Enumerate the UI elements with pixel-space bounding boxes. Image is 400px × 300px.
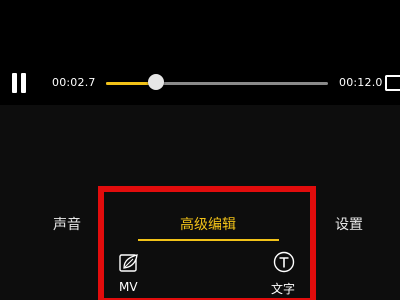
highlight-box [98,186,316,300]
pause-button[interactable] [10,73,28,93]
tab-settings[interactable]: 设置 [335,214,363,234]
pause-icon [12,73,17,93]
current-time: 00:02.7 [52,76,96,89]
tab-sound[interactable]: 声音 [53,214,81,234]
total-time: 00:12.0 [339,76,383,89]
progress-handle[interactable] [147,74,164,90]
progress-slider[interactable] [106,74,328,90]
pause-icon-bar [21,73,26,93]
fullscreen-icon[interactable] [385,75,400,91]
player-bar: 00:02.7 00:12.0 [0,0,400,105]
editor-screen: 00:02.7 00:12.0 声音 高级编辑 设置 MV 文字 [0,0,400,300]
